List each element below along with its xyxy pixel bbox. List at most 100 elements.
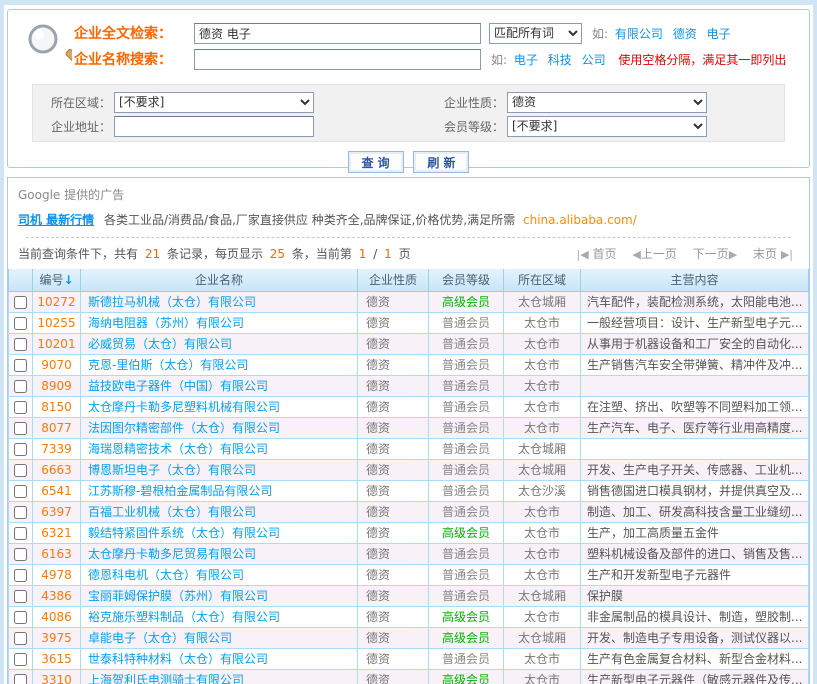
- row-checkbox[interactable]: [14, 380, 27, 393]
- row-checkbox[interactable]: [14, 569, 27, 582]
- row-checkbox[interactable]: [14, 485, 27, 498]
- company-main-business: 保护膜: [581, 585, 809, 606]
- member-grade-badge: 普通会员: [442, 400, 490, 414]
- member-grade-cell: 普通会员: [429, 417, 504, 438]
- nature-select[interactable]: 德资: [507, 92, 707, 113]
- member-grade-badge: 高级会员: [442, 526, 490, 540]
- row-checkbox-cell: [9, 291, 33, 312]
- fulltext-search-input[interactable]: [194, 23, 481, 44]
- header-grade: 会员等级: [429, 269, 504, 291]
- company-nature: 德资: [358, 585, 429, 606]
- company-id: 10201: [33, 333, 81, 354]
- header-id[interactable]: 编号↓: [33, 269, 81, 291]
- company-name-link[interactable]: 海瑞恩精密技术（太仓）有限公司: [88, 442, 268, 456]
- company-region: 太仓市: [504, 606, 581, 627]
- summary-text: 条，当前第: [292, 247, 352, 261]
- name-search-input[interactable]: [194, 49, 481, 70]
- magnifier-icon: [24, 22, 72, 70]
- company-region: 太仓市: [504, 375, 581, 396]
- row-checkbox[interactable]: [14, 506, 27, 519]
- example-link-keji[interactable]: 科技: [548, 53, 572, 67]
- total-pages: 1: [384, 247, 392, 261]
- last-page-button[interactable]: 末页 ▶|: [753, 247, 793, 261]
- company-name-link[interactable]: 太仓摩丹卡勒多尼贸易有限公司: [88, 547, 256, 561]
- example-link-dianzi[interactable]: 电子: [707, 27, 731, 41]
- table-row: 3310 上海贺利氏电测骑士有限公司 德资 高级会员 太仓市 生产新型电子元器件…: [9, 669, 809, 684]
- row-checkbox[interactable]: [14, 443, 27, 456]
- company-id: 10272: [33, 291, 81, 312]
- member-grade-cell: 高级会员: [429, 522, 504, 543]
- company-main-business: 生产汽车、电子、医疗等行业用高精度...: [581, 417, 809, 438]
- fulltext-hint: 如: 有限公司 德资 电子: [592, 25, 734, 42]
- row-checkbox[interactable]: [14, 464, 27, 477]
- row-checkbox[interactable]: [14, 674, 27, 684]
- row-checkbox[interactable]: [14, 611, 27, 624]
- company-name-link[interactable]: 毅结特紧固件系统（太仓）有限公司: [88, 526, 280, 540]
- row-checkbox[interactable]: [14, 632, 27, 645]
- company-id: 4086: [33, 606, 81, 627]
- match-mode-select[interactable]: 匹配所有词: [489, 23, 582, 44]
- company-id: 3615: [33, 648, 81, 669]
- row-checkbox[interactable]: [14, 401, 27, 414]
- name-hint: 如: 电子 科技 公司 使用空格分隔，满足其一即列出: [491, 51, 786, 68]
- row-checkbox[interactable]: [14, 653, 27, 666]
- company-name-cell: 克恩-里伯斯（太仓）有限公司: [81, 354, 358, 375]
- company-main-business: 生产有色金属复合材料、新型合金材料...: [581, 648, 809, 669]
- next-page-button[interactable]: 下一页▶: [693, 247, 737, 261]
- row-checkbox[interactable]: [14, 338, 27, 351]
- example-link-dianzi2[interactable]: 电子: [514, 53, 538, 67]
- company-nature: 德资: [358, 312, 429, 333]
- company-name-link[interactable]: 卓能电子（太仓）有限公司: [88, 631, 232, 645]
- company-name-link[interactable]: 百福工业机械（太仓）有限公司: [88, 505, 256, 519]
- company-name-link[interactable]: 益技欧电子器件（中国）有限公司: [88, 379, 268, 393]
- company-main-business: 汽车配件，装配检测系统，太阳能电池...: [581, 291, 809, 312]
- region-select[interactable]: [不要求]: [114, 92, 314, 113]
- address-input[interactable]: [114, 116, 314, 137]
- row-checkbox[interactable]: [14, 590, 27, 603]
- example-link-dezi[interactable]: 德资: [673, 27, 697, 41]
- company-name-link[interactable]: 博恩斯坦电子（太仓）有限公司: [88, 463, 256, 477]
- company-name-link[interactable]: 斯德拉马机械（太仓）有限公司: [88, 295, 256, 309]
- company-nature: 德资: [358, 480, 429, 501]
- query-button[interactable]: 查 询: [348, 151, 404, 173]
- name-search-label: 企业名称搜索：: [74, 49, 194, 69]
- company-name-link[interactable]: 世泰科特种材料（太仓）有限公司: [88, 652, 268, 666]
- table-row: 4386 宝丽菲姆保护膜（苏州）有限公司 德资 普通会员 太仓城厢 保护膜: [9, 585, 809, 606]
- refresh-button[interactable]: 刷 新: [413, 151, 469, 173]
- company-id: 4386: [33, 585, 81, 606]
- ad-description: 各类工业品/消费品/食品,厂家直接供应 种类齐全,品牌保证,价格优势,满足所需: [104, 213, 515, 227]
- company-name-link[interactable]: 克恩-里伯斯（太仓）有限公司: [88, 358, 248, 372]
- company-name-link[interactable]: 裕克施乐塑料制品（太仓）有限公司: [88, 610, 280, 624]
- company-name-link[interactable]: 太仓摩丹卡勒多尼塑料机械有限公司: [88, 400, 280, 414]
- company-name-link[interactable]: 江苏斯穆-碧根柏金属制品有限公司: [88, 484, 272, 498]
- example-link-limited-company[interactable]: 有限公司: [615, 27, 663, 41]
- nature-label: 企业性质：: [314, 94, 504, 111]
- row-checkbox[interactable]: [14, 296, 27, 309]
- company-name-link[interactable]: 宝丽菲姆保护膜（苏州）有限公司: [88, 589, 268, 603]
- example-link-gongsi[interactable]: 公司: [582, 53, 606, 67]
- ad-url-link[interactable]: china.alibaba.com/: [523, 213, 637, 227]
- company-name-link[interactable]: 海纳电阻器（苏州）有限公司: [88, 316, 244, 330]
- grade-select[interactable]: [不要求]: [507, 116, 707, 137]
- row-checkbox-cell: [9, 375, 33, 396]
- row-checkbox[interactable]: [14, 317, 27, 330]
- company-name-link[interactable]: 上海贺利氏电测骑士有限公司: [88, 673, 244, 684]
- header-name: 企业名称: [81, 269, 358, 291]
- company-name-link[interactable]: 必威贸易（太仓）有限公司: [88, 337, 232, 351]
- company-name-link[interactable]: 德恩科电机（太仓）有限公司: [88, 568, 244, 582]
- row-checkbox[interactable]: [14, 548, 27, 561]
- header-nature: 企业性质: [358, 269, 429, 291]
- row-checkbox[interactable]: [14, 422, 27, 435]
- row-checkbox[interactable]: [14, 527, 27, 540]
- company-name-cell: 海纳电阻器（苏州）有限公司: [81, 312, 358, 333]
- table-row: 6663 博恩斯坦电子（太仓）有限公司 德资 普通会员 太仓城厢 开发、生产电子…: [9, 459, 809, 480]
- row-checkbox[interactable]: [14, 359, 27, 372]
- first-page-button[interactable]: |◀ 首页: [577, 247, 617, 261]
- page: 企业全文检索： 匹配所有词 如: 有限公司 德资 电子 企业名称搜索： 如: 电…: [0, 0, 817, 684]
- prev-page-button[interactable]: ◀上一页: [632, 247, 676, 261]
- company-nature: 德资: [358, 333, 429, 354]
- company-region: 太仓市: [504, 543, 581, 564]
- company-name-link[interactable]: 法因图尔精密部件（太仓）有限公司: [88, 421, 280, 435]
- ad-title-link[interactable]: 司机 最新行情: [18, 213, 94, 227]
- row-checkbox-cell: [9, 312, 33, 333]
